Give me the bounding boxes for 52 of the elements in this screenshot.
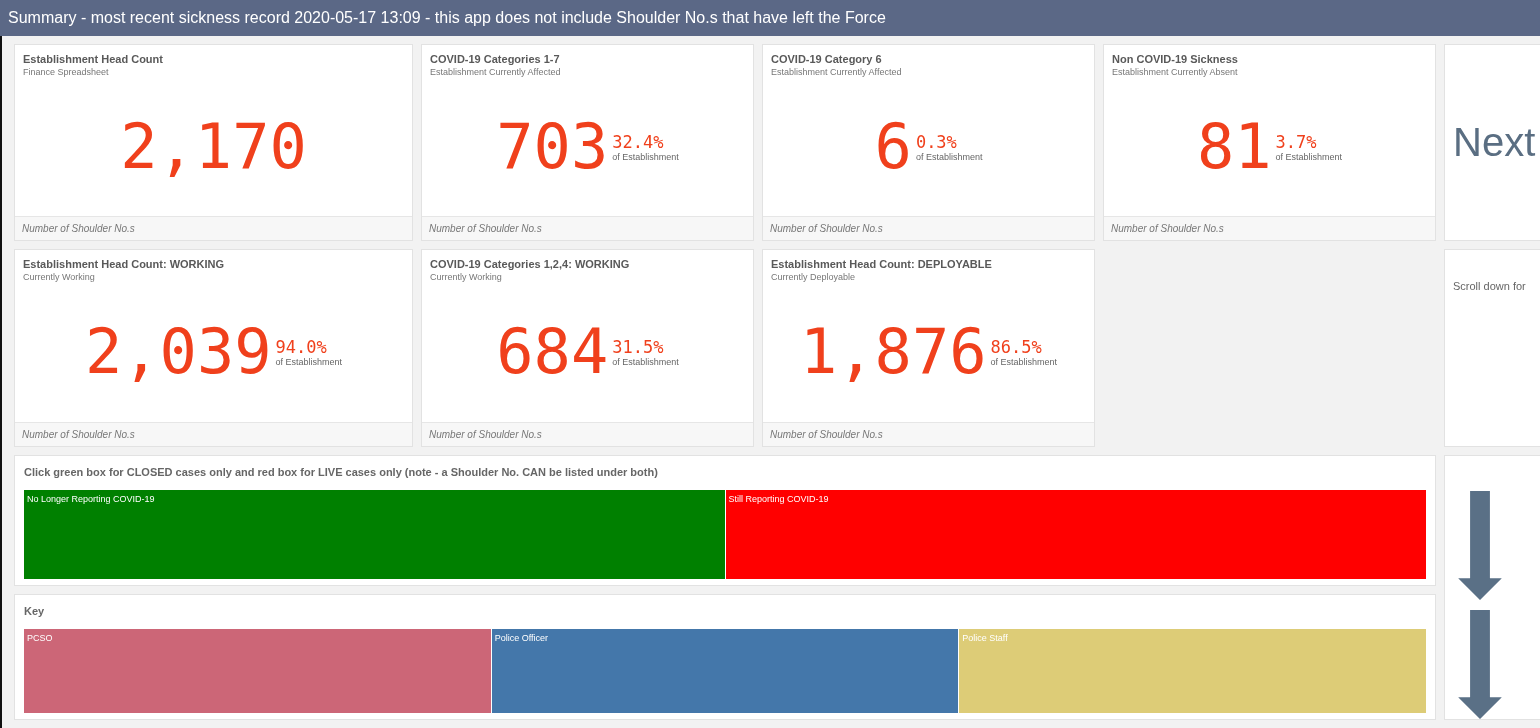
treemap-block[interactable]: Police Officer	[491, 629, 960, 713]
kpi-value: 684	[496, 321, 609, 383]
treemap-block[interactable]: Still Reporting COVID-19	[725, 490, 1426, 579]
kpi-value: 2,170	[120, 115, 307, 178]
kpi-value: 2,039	[84, 321, 272, 383]
kpi-value: 703	[496, 115, 609, 178]
kpi-subtitle: Currently Working	[23, 272, 96, 282]
kpi-percent-label: of Establishment	[612, 357, 679, 367]
kpi-value: 1,876	[799, 321, 987, 383]
kpi-percent-label: of Establishment	[612, 151, 679, 162]
panel-title: Click green box for CLOSED cases only and red box for LIVE cases only (note - a Shoulder No. CAN be listed under both)	[24, 466, 659, 478]
kpi-footer: Number of Shoulder No.s	[422, 422, 753, 446]
kpi-title: Non COVID-19 Sickness	[1112, 53, 1239, 65]
kpi-percent-label: of Establishment	[1275, 151, 1343, 162]
kpi-title: Establishment Head Count: DEPLOYABLE	[771, 258, 993, 270]
kpi-value: 81	[1196, 115, 1272, 178]
kpi-footer: Number of Shoulder No.s	[763, 216, 1094, 240]
kpi-title: COVID-19 Category 6	[771, 53, 883, 65]
down-arrow-icon	[1458, 610, 1502, 719]
treemap-block[interactable]: No Longer Reporting COVID-19	[24, 490, 726, 579]
panel-title: Key	[24, 605, 46, 617]
down-arrow-icon	[1458, 491, 1502, 600]
kpi-subtitle: Establishment Currently Absent	[1112, 67, 1239, 77]
kpi-footer: Number of Shoulder No.s	[422, 216, 753, 240]
kpi-percent: 32.4%	[612, 131, 665, 152]
kpi-percent: 0.3%	[915, 131, 958, 152]
kpi-footer: Number of Shoulder No.s	[15, 216, 412, 240]
kpi-percent: 94.0%	[275, 337, 328, 357]
kpi-footer: Number of Shoulder No.s	[763, 422, 1094, 446]
kpi-value: 6	[874, 115, 912, 178]
kpi-title: COVID-19 Categories 1,2,4: WORKING	[430, 258, 631, 270]
kpi-title: COVID-19 Categories 1-7	[430, 53, 561, 65]
kpi-percent: 3.7%	[1275, 131, 1318, 152]
kpi-percent: 86.5%	[990, 337, 1043, 357]
kpi-percent: 31.5%	[612, 337, 665, 357]
kpi-title: Establishment Head Count	[23, 53, 164, 65]
kpi-subtitle: Establishment Currently Affected	[430, 67, 562, 77]
kpi-percent-label: of Establishment	[990, 357, 1058, 367]
scroll-hint: Scroll down for	[1452, 279, 1526, 294]
treemap-block[interactable]: PCSO	[24, 629, 492, 713]
kpi-percent-label: of Establishment	[915, 151, 983, 162]
kpi-subtitle: Currently Deployable	[771, 272, 857, 282]
kpi-subtitle: Establishment Currently Affected	[771, 67, 903, 77]
kpi-subtitle: Finance Spreadsheet	[23, 67, 110, 77]
kpi-footer: Number of Shoulder No.s	[15, 422, 412, 446]
kpi-title: Establishment Head Count: WORKING	[23, 258, 226, 270]
next-label: Next	[1452, 120, 1536, 165]
title-bar: Summary - most recent sickness record 2020-05-17 13:09 - this app does not include Shoulder No.s that have left the Force	[0, 0, 1540, 36]
kpi-footer: Number of Shoulder No.s	[1104, 216, 1435, 240]
next-card[interactable]: Next	[1444, 44, 1540, 241]
kpi-percent-label: of Establishment	[275, 357, 343, 367]
kpi-subtitle: Currently Working	[430, 272, 503, 282]
